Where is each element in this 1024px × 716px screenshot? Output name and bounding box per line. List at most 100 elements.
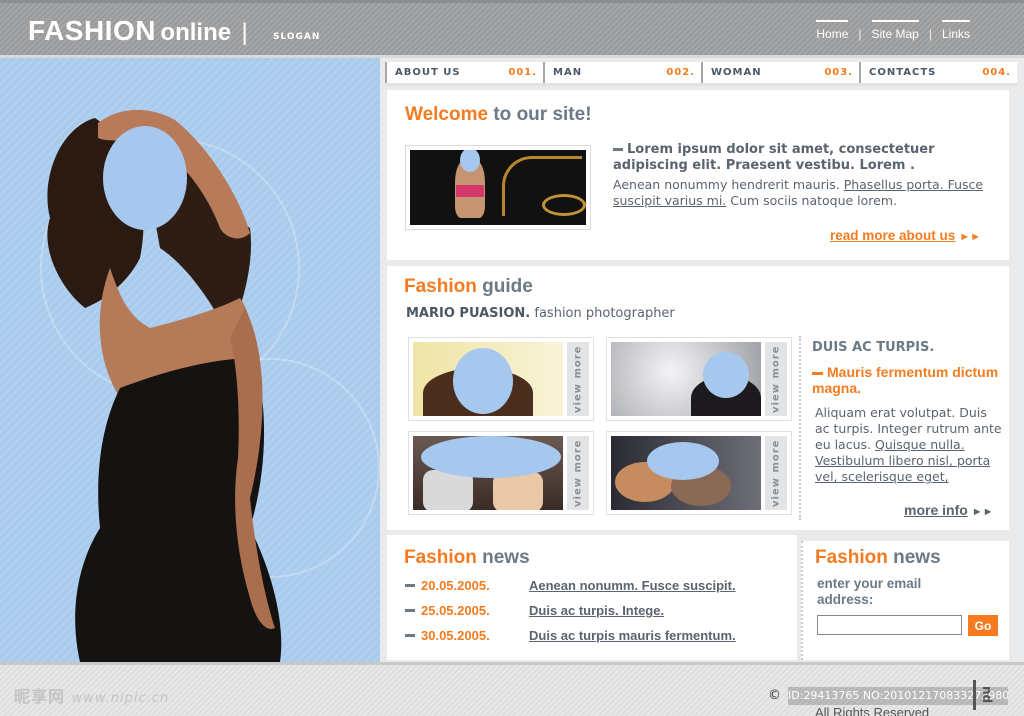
more-info-link[interactable]: more info ►► (904, 502, 994, 518)
gallery-photo (413, 436, 563, 510)
guide-title: Fashion guide (404, 276, 533, 298)
nav-woman[interactable]: WOMAN 003. (701, 62, 859, 83)
gallery-thumb[interactable]: view more (408, 431, 594, 515)
news-link[interactable]: Duis ac turpis mauris fermentum. (529, 628, 736, 643)
view-more-button[interactable]: view more (567, 342, 589, 416)
title-gray: news (893, 547, 941, 568)
model-photo (47, 109, 282, 662)
news-date: 30.05.2005. (421, 628, 490, 643)
gallery-photo (413, 342, 563, 416)
nav-number: 003. (824, 67, 853, 78)
welcome-title: Welcome to our site! (405, 104, 592, 126)
gallery-thumb[interactable]: view more (606, 431, 792, 515)
nav-number: 001. (508, 67, 537, 78)
nav-label: ABOUT US (395, 67, 461, 78)
view-more-button[interactable]: view more (765, 436, 787, 510)
dash-bullet (613, 148, 623, 151)
dash-bullet (405, 634, 415, 637)
title-orange: Welcome (405, 104, 489, 125)
gallery-thumb[interactable]: view more (408, 337, 594, 421)
title-gray: guide (482, 276, 533, 297)
body-text-tail: Cum sociis natoque lorem. (730, 193, 898, 208)
site-header: FASHION online | SLOGAN Home | Site Map … (0, 0, 1024, 58)
news-title: Fashion news (404, 547, 530, 569)
welcome-lead: Lorem ipsum dolor sit amet, consectetuer… (613, 142, 998, 174)
footer-divider (973, 680, 976, 710)
photographer-line: MARIO PUASION. fashion photographer (406, 306, 675, 321)
logo-sub: online (160, 19, 232, 46)
double-arrow-icon: ►► (971, 506, 994, 518)
fashion-news-section: Fashion news 20.05.2005. Aenean nonumm. … (387, 535, 797, 660)
link-site-map[interactable]: Site Map (871, 20, 920, 41)
nav-about-us[interactable]: ABOUT US 001. (385, 62, 543, 83)
link-home[interactable]: Home (816, 20, 849, 41)
welcome-photo (410, 150, 586, 225)
nav-label: MAN (553, 67, 583, 78)
welcome-body: Aenean nonummy hendrerit mauris. Phasell… (613, 177, 998, 209)
email-label: enter your email address: (817, 576, 922, 607)
side-title: DUIS AC TURPIS. (812, 340, 935, 355)
gallery-photo (611, 342, 761, 416)
dash-bullet (405, 584, 415, 587)
nav-label: CONTACTS (869, 67, 937, 78)
title-orange: Fashion (404, 276, 477, 297)
read-more-link[interactable]: read more about us ►► (830, 228, 981, 243)
news-link[interactable]: Duis ac turpis. Intege. (529, 603, 664, 618)
welcome-section: Welcome to our site! Lorem ipsum dolor s… (387, 90, 1009, 260)
double-arrow-icon: ►► (959, 231, 982, 243)
news-date: 20.05.2005. (421, 578, 490, 593)
nav-contacts[interactable]: CONTACTS 004. (859, 62, 1017, 83)
gallery-photo (611, 436, 761, 510)
top-links: Home | Site Map | Links (816, 20, 971, 41)
photographer-name: MARIO PUASION. (406, 306, 531, 321)
watermark-cn: 昵享网 (14, 687, 66, 706)
lead-text: Lorem ipsum dolor sit amet, consectetuer… (613, 142, 935, 173)
title-gray: news (482, 547, 530, 568)
title-gray: to our site! (493, 104, 592, 125)
logo-divider: | (241, 19, 248, 46)
dotted-divider (799, 336, 801, 520)
dash-bullet (405, 609, 415, 612)
link-separator: | (858, 27, 862, 41)
news-link[interactable]: Aenean nonumm. Fusce suscipit. (529, 578, 736, 593)
read-more-label: read more about us (830, 228, 956, 243)
title-orange: Fashion (815, 547, 888, 568)
news-date: 25.05.2005. (421, 603, 490, 618)
main-nav: ABOUT US 001. MAN 002. WOMAN 003. CONTAC… (385, 62, 1017, 86)
email-field[interactable] (817, 615, 962, 635)
newsletter-section: Fashion news enter your email address: G… (801, 541, 1009, 660)
news-item[interactable]: 30.05.2005. Duis ac turpis mauris fermen… (405, 628, 736, 643)
nav-number: 004. (982, 67, 1011, 78)
view-more-button[interactable]: view more (765, 342, 787, 416)
nav-label: WOMAN (711, 67, 762, 78)
go-button[interactable]: Go (968, 615, 998, 636)
nav-man[interactable]: MAN 002. (543, 62, 701, 83)
fashion-guide-section: Fashion guide MARIO PUASION. fashion pho… (387, 266, 1009, 530)
gallery-thumb[interactable]: view more (606, 337, 792, 421)
side-subtitle-text: Mauris fermentum dictum magna. (812, 364, 999, 396)
more-info-label: more info (904, 502, 968, 518)
site-logo[interactable]: FASHION online | (28, 15, 248, 47)
logo-main: FASHION (28, 15, 156, 46)
nav-number: 002. (666, 67, 695, 78)
dash-bullet (812, 371, 823, 375)
rights-text: All Rights Reserved (815, 705, 930, 716)
slogan: SLOGAN (273, 32, 321, 42)
copyright-symbol: © (768, 688, 781, 703)
photographer-role: fashion photographer (534, 306, 675, 321)
link-links[interactable]: Links (941, 20, 971, 41)
side-body: Aliquam erat volutpat. Duis ac turpis. I… (815, 405, 1005, 485)
model-photo-panel (0, 58, 380, 662)
view-more-button[interactable]: view more (567, 436, 589, 510)
footer-side-mark: nd (980, 686, 994, 704)
watermark-url: www.nipic.cn (71, 691, 170, 706)
newsletter-title: Fashion news (815, 547, 941, 569)
welcome-thumbnail[interactable] (405, 145, 591, 230)
body-text: Aenean nonummy hendrerit mauris. (613, 177, 840, 192)
news-item[interactable]: 25.05.2005. Duis ac turpis. Intege. (405, 603, 664, 618)
side-subtitle: Mauris fermentum dictum magna. (812, 364, 1002, 396)
watermark: 昵享网 www.nipic.cn (14, 683, 169, 707)
link-separator: | (928, 27, 932, 41)
title-orange: Fashion (404, 547, 477, 568)
news-item[interactable]: 20.05.2005. Aenean nonumm. Fusce suscipi… (405, 578, 736, 593)
